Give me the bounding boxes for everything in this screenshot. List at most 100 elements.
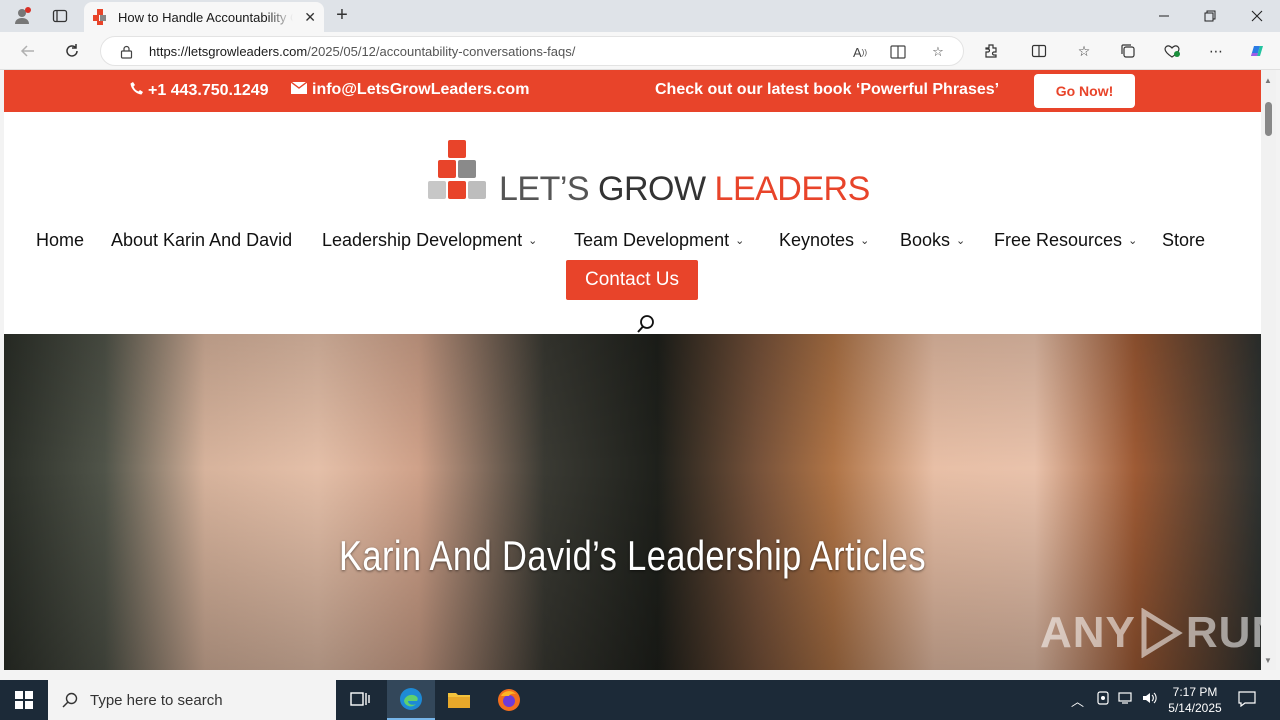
scrollbar-thumb[interactable] bbox=[1265, 102, 1272, 136]
url-text: https://letsgrowleaders.com/2025/05/12/a… bbox=[149, 44, 575, 59]
phone-link[interactable]: +1 443.750.1249 bbox=[130, 81, 269, 100]
nav-item-keynotes[interactable]: Keynotes ⌄ bbox=[779, 230, 869, 251]
tab-title: How to Handle Accountability Conversatio… bbox=[118, 9, 293, 25]
nav-item-store[interactable]: Store bbox=[1162, 230, 1205, 251]
tab-actions-icon[interactable] bbox=[46, 4, 74, 28]
taskbar-file-explorer[interactable] bbox=[435, 680, 483, 720]
extensions-icon[interactable] bbox=[980, 40, 1002, 62]
logo-block bbox=[438, 160, 456, 178]
restore-button[interactable] bbox=[1187, 0, 1233, 32]
read-aloud-icon[interactable]: A)) bbox=[851, 43, 869, 61]
page-scrollbar[interactable]: ▲ ▼ bbox=[1261, 70, 1276, 670]
contact-us-button[interactable]: Contact Us bbox=[566, 260, 698, 300]
favorites-icon[interactable]: ☆ bbox=[1073, 40, 1095, 62]
logo-block bbox=[448, 181, 466, 199]
start-button[interactable] bbox=[0, 680, 48, 720]
clock-date: 5/14/2025 bbox=[1168, 701, 1222, 715]
taskbar-edge[interactable] bbox=[387, 680, 435, 720]
firefox-icon bbox=[498, 689, 520, 711]
lock-icon[interactable] bbox=[117, 43, 135, 61]
site-favicon-icon bbox=[92, 9, 108, 25]
immersive-reader-icon[interactable] bbox=[889, 43, 907, 61]
book-promo-text: Check out our latest book ‘Powerful Phra… bbox=[655, 81, 1000, 98]
hero-banner: Karin And David’s Leadership Articles AN… bbox=[4, 334, 1261, 670]
phone-number: +1 443.750.1249 bbox=[148, 81, 269, 99]
nav-label: Leadership Development bbox=[322, 230, 523, 250]
contact-topbar: +1 443.750.1249 info@LetsGrowLeaders.com… bbox=[4, 70, 1261, 112]
nav-item-free-resources[interactable]: Free Resources ⌄ bbox=[994, 230, 1137, 251]
url-path: /2025/05/12/accountability-conversations… bbox=[307, 44, 576, 59]
more-menu-icon[interactable]: ⋯ bbox=[1205, 40, 1227, 62]
logo-block bbox=[448, 140, 466, 158]
new-tab-button[interactable]: + bbox=[330, 4, 354, 28]
system-clock[interactable]: 7:17 PM 5/14/2025 bbox=[1162, 684, 1228, 716]
close-tab-icon[interactable]: ✕ bbox=[304, 9, 316, 26]
copilot-icon[interactable] bbox=[1246, 40, 1268, 62]
watermark-text: ANY bbox=[1040, 608, 1136, 657]
go-now-button[interactable]: Go Now! bbox=[1034, 74, 1135, 108]
nav-label: Team Development bbox=[574, 230, 730, 250]
url-host: https://letsgrowleaders.com bbox=[149, 44, 308, 59]
main-navigation: Home About Karin And David Leadership De… bbox=[4, 230, 1261, 254]
notifications-icon[interactable] bbox=[1238, 691, 1256, 710]
nav-label: Store bbox=[1162, 230, 1206, 250]
chevron-down-icon: ⌄ bbox=[735, 235, 745, 247]
phone-icon bbox=[130, 81, 144, 100]
url-field[interactable]: https://letsgrowleaders.com/2025/05/12/a… bbox=[100, 36, 964, 66]
nav-item-about[interactable]: About Karin And David bbox=[111, 230, 292, 251]
favorite-star-icon[interactable]: ☆ bbox=[929, 43, 947, 61]
close-window-button[interactable] bbox=[1234, 0, 1280, 32]
nav-label: Keynotes bbox=[779, 230, 855, 250]
taskbar-firefox[interactable] bbox=[485, 680, 533, 720]
taskbar-search-placeholder: Type here to search bbox=[90, 691, 223, 709]
tab-strip: How to Handle Accountability Conversatio… bbox=[0, 0, 1280, 32]
page-viewport: +1 443.750.1249 info@LetsGrowLeaders.com… bbox=[4, 70, 1261, 670]
logo-wordmark: LET’S GROW LEADERS bbox=[499, 170, 870, 209]
hero-title: Karin And David’s Leadership Articles bbox=[339, 532, 926, 579]
scroll-down-icon[interactable]: ▼ bbox=[1264, 656, 1272, 665]
browser-essentials-icon[interactable] bbox=[1161, 40, 1183, 62]
play-icon bbox=[1141, 608, 1183, 658]
logo-word-grow: GROW bbox=[598, 170, 715, 208]
show-hidden-icons-icon[interactable]: ︿ bbox=[1071, 691, 1084, 710]
task-view-icon bbox=[350, 692, 370, 706]
nav-item-home[interactable]: Home bbox=[36, 230, 84, 251]
refresh-button[interactable] bbox=[58, 39, 86, 63]
meet-now-icon[interactable] bbox=[1096, 691, 1110, 708]
edge-icon bbox=[400, 688, 422, 710]
logo-block bbox=[458, 160, 476, 178]
back-button[interactable] bbox=[14, 39, 42, 63]
minimize-button[interactable] bbox=[1141, 0, 1187, 32]
split-screen-icon[interactable] bbox=[1028, 40, 1050, 62]
profile-icon[interactable] bbox=[8, 4, 36, 28]
folder-icon bbox=[448, 693, 470, 708]
tab-active[interactable]: How to Handle Accountability Conversatio… bbox=[84, 2, 324, 32]
search-icon[interactable] bbox=[636, 314, 656, 334]
email-address: info@LetsGrowLeaders.com bbox=[312, 81, 530, 98]
taskbar: Type here to search ︿ 7:17 PM 5/14/2025 bbox=[0, 680, 1280, 720]
scroll-up-icon[interactable]: ▲ bbox=[1264, 76, 1272, 85]
nav-item-books[interactable]: Books ⌄ bbox=[900, 230, 965, 251]
chevron-down-icon: ⌄ bbox=[860, 235, 870, 247]
site-logo[interactable]: LET’S GROW LEADERS bbox=[428, 140, 870, 208]
task-view-button[interactable] bbox=[336, 680, 384, 720]
windows-icon bbox=[15, 691, 33, 709]
collections-icon[interactable] bbox=[1117, 40, 1139, 62]
chevron-down-icon: ⌄ bbox=[528, 235, 538, 247]
volume-icon[interactable] bbox=[1142, 691, 1158, 708]
logo-word-lets: LET’S bbox=[499, 170, 599, 208]
taskbar-search-box[interactable]: Type here to search bbox=[48, 680, 336, 720]
watermark-text: RUN bbox=[1185, 608, 1261, 657]
nav-label: Books bbox=[900, 230, 951, 250]
network-icon[interactable] bbox=[1118, 691, 1134, 708]
anyrun-watermark: ANY RUN bbox=[1040, 608, 1261, 658]
nav-label: Home bbox=[36, 230, 85, 250]
nav-label: About Karin And David bbox=[111, 230, 293, 250]
nav-item-leadership-development[interactable]: Leadership Development ⌄ bbox=[322, 230, 537, 251]
chevron-down-icon: ⌄ bbox=[956, 235, 966, 247]
nav-label: Free Resources bbox=[994, 230, 1123, 250]
email-link[interactable]: info@LetsGrowLeaders.com bbox=[290, 81, 530, 99]
chevron-down-icon: ⌄ bbox=[1128, 235, 1138, 247]
search-icon bbox=[62, 692, 78, 708]
nav-item-team-development[interactable]: Team Development ⌄ bbox=[574, 230, 744, 251]
